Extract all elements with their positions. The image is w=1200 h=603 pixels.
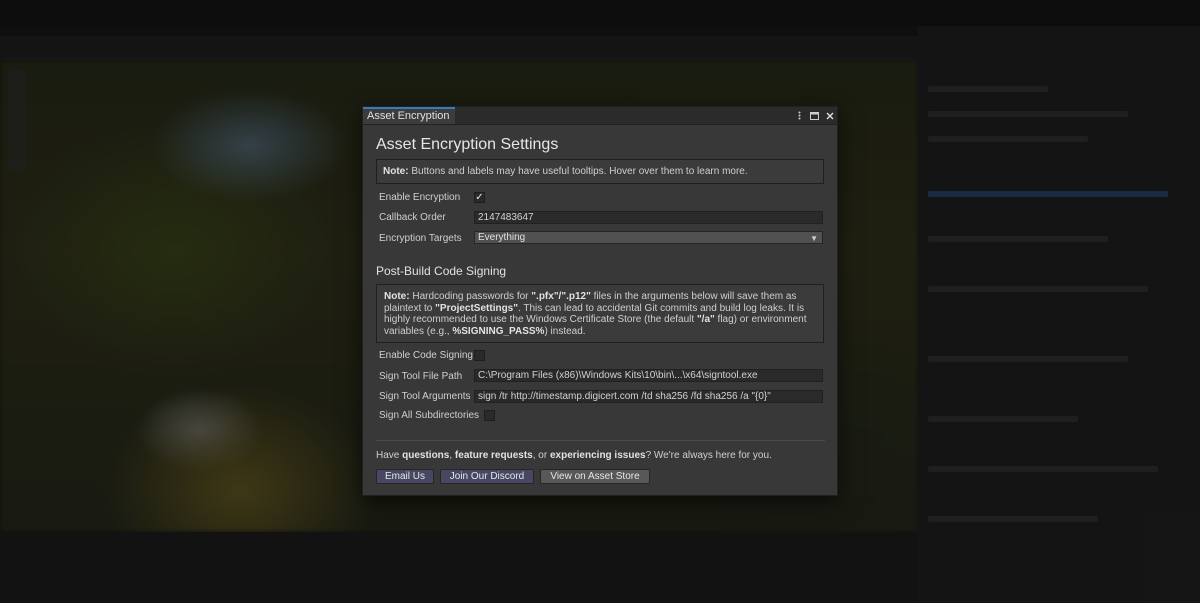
window-tab[interactable]: Asset Encryption (363, 107, 455, 124)
note-text: Hardcoding passwords for (409, 291, 532, 302)
enable-code-signing-label: Enable Code Signing (379, 350, 473, 361)
view-asset-store-button[interactable]: View on Asset Store (540, 469, 650, 484)
support-text-bold: questions (402, 450, 450, 461)
encryption-targets-dropdown[interactable]: Everything ▼ (474, 231, 823, 244)
sign-all-subdirs-label: Sign All Subdirectories (379, 410, 480, 421)
callback-order-field[interactable]: 2147483647 (474, 211, 823, 224)
support-text-part: , or (532, 450, 550, 461)
support-text-bold: feature requests (454, 450, 533, 461)
dropdown-arrow-icon: ▼ (810, 234, 818, 243)
page-title: Asset Encryption Settings (376, 136, 559, 153)
sign-tool-args-label: Sign Tool Arguments (379, 391, 471, 402)
encryption-targets-value: Everything (478, 232, 526, 243)
sign-tool-path-field[interactable]: C:\Program Files (x86)\Windows Kits\10\b… (474, 369, 823, 382)
email-us-button[interactable]: Email Us (376, 469, 434, 484)
support-text-part: ? We're always here for you. (645, 450, 772, 461)
kebab-menu-icon[interactable] (794, 109, 805, 122)
titlebar-icons (794, 108, 835, 123)
asset-encryption-window: Asset Encryption Asset Encryption Settin… (362, 106, 838, 496)
sign-all-subdirs-checkbox[interactable] (484, 410, 495, 421)
maximize-icon[interactable] (809, 109, 820, 122)
tooltip-note-box: Note: Buttons and labels may have useful… (376, 159, 824, 184)
note-flag: "/a" (696, 314, 715, 325)
note-project-settings: "ProjectSettings" (435, 302, 518, 314)
footer-divider (376, 440, 825, 441)
support-text: Have questions, feature requests, or exp… (376, 450, 772, 461)
code-signing-note-box: Note: Hardcoding passwords for ".pfx"/".… (376, 284, 824, 343)
note-extension: ".pfx"/".p12" (531, 291, 591, 302)
sign-tool-path-label: Sign Tool File Path (379, 371, 463, 382)
note-prefix: Note: (384, 291, 410, 302)
join-discord-button[interactable]: Join Our Discord (440, 469, 534, 484)
enable-encryption-checkbox[interactable]: ✓ (474, 192, 485, 203)
enable-encryption-label: Enable Encryption (379, 192, 461, 203)
callback-order-label: Callback Order (379, 212, 446, 223)
note-text: Buttons and labels may have useful toolt… (408, 166, 748, 177)
support-text-bold: experiencing issues (549, 450, 646, 461)
enable-code-signing-checkbox[interactable] (474, 350, 485, 361)
checkmark-icon: ✓ (475, 191, 484, 203)
note-env-var: %SIGNING_PASS% (452, 325, 545, 337)
window-titlebar[interactable]: Asset Encryption (363, 107, 837, 125)
support-text-part: Have (376, 450, 403, 461)
code-signing-note: Note: Hardcoding passwords for ".pfx"/".… (384, 291, 816, 337)
encryption-targets-label: Encryption Targets (379, 233, 462, 244)
sign-tool-args-field[interactable]: sign /tr http://timestamp.digicert.com /… (474, 390, 823, 403)
close-icon[interactable] (824, 109, 835, 122)
code-signing-heading: Post-Build Code Signing (376, 264, 507, 278)
note-text: ) instead. (544, 325, 586, 337)
note-prefix: Note: (383, 166, 409, 177)
